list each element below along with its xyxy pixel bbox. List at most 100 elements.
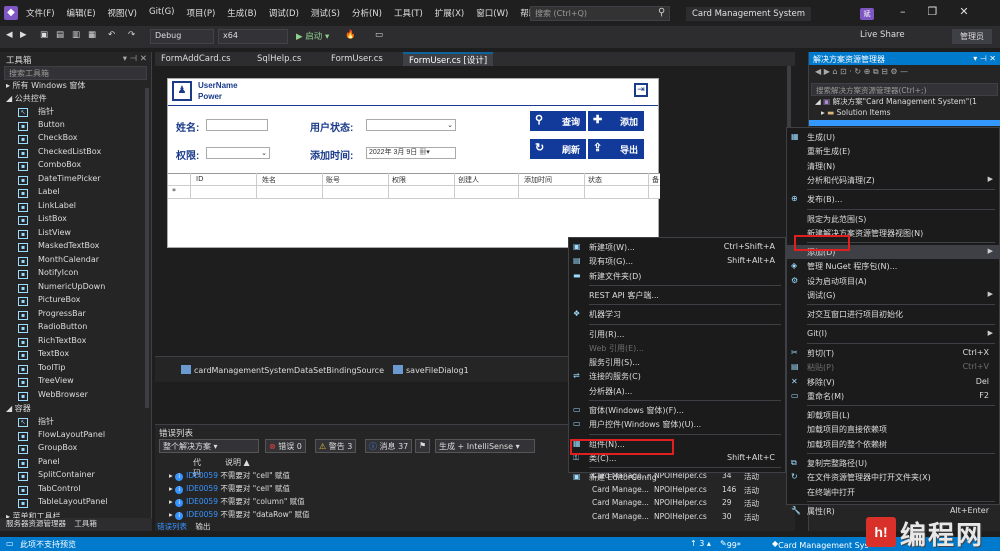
toolbox-item[interactable]: ▪ NotifyIcon [0,268,151,282]
menu-file[interactable]: 文件(F) [26,7,55,19]
menu-item[interactable]: 调试(G) ▶ [787,288,999,302]
menu-analyze[interactable]: 分析(N) [352,7,382,19]
toolbox-item[interactable]: ▪ ToolTip [0,363,151,377]
menu-item[interactable]: ▤ 现有项(G)... Shift+Alt+A [569,254,785,268]
toolbox-item[interactable]: ▪ ComboBox [0,160,151,174]
col-auth[interactable]: 权限 [392,175,406,185]
new-project-icon[interactable]: ▣ [40,30,48,40]
menu-project[interactable]: 项目(P) [187,7,216,19]
toolbox-item[interactable]: ▪ ProgressBar [0,309,151,323]
menu-build[interactable]: 生成(B) [227,7,256,19]
menu-item[interactable]: 加载项目的直接依赖项 [787,422,999,436]
toolbox-item[interactable]: ▪ Label [0,187,151,201]
close-icon[interactable]: ✕ [959,5,968,18]
solution-items-node[interactable]: ▸ ▬ Solution Items [809,108,1000,120]
git-sync[interactable]: ↑ 3 ▴ [690,539,711,548]
toolbox-item[interactable]: ▪ RichTextBox [0,336,151,350]
menu-item[interactable]: ▭ 重命名(M) F2 [787,389,999,403]
toolbox-item[interactable]: ▪ TreeView [0,376,151,390]
toolbox-item[interactable]: ↖ 指针 [0,106,151,120]
toolbox-item[interactable]: ▪ TextBox [0,349,151,363]
hot-reload-icon[interactable]: 🔥 [345,30,356,40]
menu-item[interactable]: 加载项目的整个依赖树 [787,437,999,451]
toolbox-item[interactable]: ↖ 指针 [0,416,151,430]
menu-window[interactable]: 窗口(W) [476,7,508,19]
error-row-extra[interactable]: Card Manage... NPOIHelper.cs 29 活动 [592,497,782,509]
error-code[interactable]: IDE0059 [186,497,218,506]
tab-formaddcard[interactable]: FormAddCard.cs [155,52,237,66]
solution-root-node[interactable]: ◢ ▣ 解决方案"Card Management System"(1 [809,96,1000,108]
layout-icon[interactable]: ▭ [375,30,383,40]
toolbox-item[interactable]: ▪ MonthCalendar [0,255,151,269]
nav-back-icon[interactable]: ◀ [6,30,13,40]
menu-item[interactable]: ⊕ 发布(B)... [787,192,999,206]
query-button[interactable]: ⚲ 查询 [530,111,586,131]
toolbox-scrollbar[interactable] [145,88,149,408]
toolbox-item[interactable]: ▪ ListView [0,228,151,242]
refresh-button[interactable]: ↻ 刷新 [530,139,586,159]
global-search-input[interactable]: 搜索 (Ctrl+Q) [530,6,670,21]
binding-source-component[interactable]: cardManagementSystemDataSetBindingSource [181,365,384,375]
menu-item[interactable]: 引用(R)... [569,327,785,341]
menu-item[interactable]: ▭ 窗体(Windows 窗体)(F)... [569,403,785,417]
toolbox-item[interactable]: ▪ TableLayoutPanel [0,497,151,511]
menu-item[interactable]: ▭ 用户控件(Windows 窗体)(U)... [569,417,785,431]
start-button[interactable]: ▶ 启动 ▾ [296,30,329,42]
redo-icon[interactable]: ↷ [128,30,135,40]
menu-view[interactable]: 视图(V) [108,7,137,19]
tab-error-list[interactable]: 错误列表 [157,522,187,531]
menu-item[interactable]: 清理(N) [787,159,999,173]
col-addtime[interactable]: 添加时间 [524,175,552,185]
toolbox-item[interactable]: ▪ SplitContainer [0,470,151,484]
solution-toolbar[interactable]: ◀ ▶ ⌂ ⊡ · ↻ ⊕ ⧉ ⊟ ⚙ — [809,65,1000,79]
form-user[interactable]: ♟ UserName Power ⇥ 姓名: 用户状态: ⌄ 权限: ⌄ 添加时… [167,78,660,248]
panel-controls[interactable]: ▾ ⊣ ✕ [973,54,996,63]
col-status[interactable]: 状态 [588,175,602,185]
warnings-filter[interactable]: ⚠ 警告 3 [315,439,357,453]
menu-tools[interactable]: 工具(T) [394,7,423,19]
account-avatar[interactable]: 斌 [860,8,874,20]
panel-controls[interactable]: ▾ ⊣ ✕ [123,54,147,64]
error-row[interactable]: ▸ i IDE0059 不需要对 "column" 赋值 [169,496,305,508]
toolbox-cat-common[interactable]: ◢ 公共控件 [0,93,151,106]
scope-select[interactable]: 整个解决方案 ▾ [159,439,259,453]
menu-item[interactable]: ⇌ 连接的服务(C) [569,369,785,383]
toolbox-item[interactable]: ▪ GroupBox [0,443,151,457]
toolbox-item[interactable]: ▪ CheckedListBox [0,147,151,161]
selected-project-node[interactable] [809,120,1000,126]
error-code[interactable]: IDE0059 [186,510,218,519]
col-desc[interactable]: 说明 ▲ [225,457,250,468]
menu-item[interactable]: ↻ 在文件资源管理器中打开文件夹(X) [787,470,999,484]
menu-item[interactable]: ⚙ 设为启动项目(A) [787,274,999,288]
add-button[interactable]: ✚ 添加 [588,111,644,131]
save-all-icon[interactable]: ▦ [88,30,96,40]
messages-filter[interactable]: ⓘ 消息 37 [365,439,413,453]
toolbox-item[interactable]: ▪ NumericUpDown [0,282,151,296]
menu-item[interactable]: REST API 客户端... [569,288,785,302]
tab-sqlhelp[interactable]: SqlHelp.cs [251,52,307,66]
menu-item[interactable]: 在终端中打开 [787,485,999,499]
toolbox-cat-all[interactable]: ▸ 所有 Windows 窗体 [0,80,151,93]
col-account[interactable]: 账号 [326,175,340,185]
toolbox-search-input[interactable]: 搜索工具箱 [4,66,147,80]
git-repo[interactable]: ◆ Card Management Sys [772,539,869,550]
export-button[interactable]: ⇪ 导出 [588,139,644,159]
toolbox-item[interactable]: ▪ DateTimePicker [0,174,151,188]
config-select[interactable]: Debug [150,29,214,44]
toolbox-cat-container[interactable]: ◢ 容器 [0,403,151,416]
menu-item[interactable]: ✕ 移除(V) Del [787,375,999,389]
toolbox-item[interactable]: ▪ Button [0,120,151,134]
open-icon[interactable]: ▤ [56,30,64,40]
menu-item[interactable]: ▣ 新建 EditorConfig [569,470,785,484]
toolbox-item[interactable]: ▪ TabControl [0,484,151,498]
col-creator[interactable]: 创建人 [458,175,479,185]
maximize-icon[interactable]: ❐ [928,5,938,18]
menu-item[interactable]: 分析器(A)... [569,384,785,398]
platform-select[interactable]: x64 [218,29,288,44]
menu-extensions[interactable]: 扩展(X) [435,7,464,19]
status-select[interactable]: ⌄ [366,119,456,131]
solution-search-input[interactable]: 搜索解决方案资源管理器(Ctrl+;) [811,83,998,96]
calendar-icon[interactable]: ▦▾ [419,149,430,156]
name-input[interactable] [206,119,268,131]
menu-git[interactable]: Git(G) [149,7,175,19]
